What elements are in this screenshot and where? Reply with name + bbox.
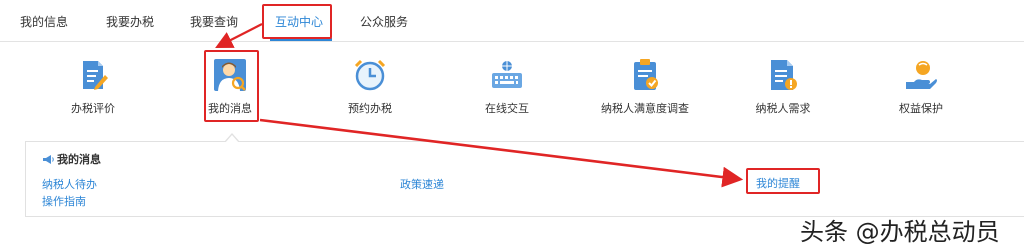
link-taxpayer-todo[interactable]: 纳税人待办	[42, 176, 97, 192]
survey-clipboard-icon	[634, 59, 658, 90]
feature-label: 在线交互	[485, 102, 529, 115]
feature-label: 预约办税	[348, 102, 392, 115]
keyboard-globe-icon	[492, 61, 522, 88]
feature-icon-row: 办税评价 我的消息 预约办税 在线交互 纳税人满意度调查 纳税人需求 权益保护	[0, 42, 1024, 140]
tab-public-service[interactable]: 公众服务	[360, 0, 408, 42]
feature-online-interaction[interactable]: 在线交互	[447, 42, 567, 140]
link-policy-express[interactable]: 政策速递	[400, 176, 444, 192]
panel-pointer-inner	[225, 135, 239, 143]
annotation-box-tab	[262, 4, 332, 39]
tab-my-info[interactable]: 我的信息	[20, 0, 68, 42]
feature-satisfaction-survey[interactable]: 纳税人满意度调查	[585, 42, 705, 140]
feature-tax-evaluation[interactable]: 办税评价	[33, 42, 153, 140]
feature-label: 办税评价	[71, 102, 115, 115]
link-operation-guide[interactable]: 操作指南	[42, 193, 86, 209]
feature-rights-protection[interactable]: 权益保护	[861, 42, 981, 140]
feature-label: 纳税人满意度调查	[601, 102, 689, 115]
panel-heading: 我的消息	[42, 151, 101, 167]
feature-taxpayer-needs[interactable]: 纳税人需求	[723, 42, 843, 140]
feature-label: 纳税人需求	[755, 102, 811, 115]
main-tab-bar: 我的信息 我要办税 我要查询 互动中心 公众服务	[0, 0, 1024, 42]
hand-protect-icon	[906, 61, 937, 89]
my-messages-panel: 我的消息 纳税人待办 操作指南 政策速递 我的提醒	[25, 141, 1024, 217]
feature-appointment[interactable]: 预约办税	[310, 42, 430, 140]
feature-label: 权益保护	[899, 102, 943, 115]
megaphone-icon	[43, 155, 54, 164]
tab-query[interactable]: 我要查询	[190, 0, 238, 42]
document-request-icon	[771, 60, 797, 90]
alarm-clock-icon	[354, 59, 386, 91]
annotation-box-messages	[204, 50, 259, 122]
tab-file-tax[interactable]: 我要办税	[106, 0, 154, 42]
watermark-text: 头条 @办税总动员	[800, 218, 1000, 246]
panel-title-text: 我的消息	[57, 153, 101, 166]
pen-document-icon	[83, 61, 108, 90]
annotation-box-reminder	[746, 168, 820, 194]
